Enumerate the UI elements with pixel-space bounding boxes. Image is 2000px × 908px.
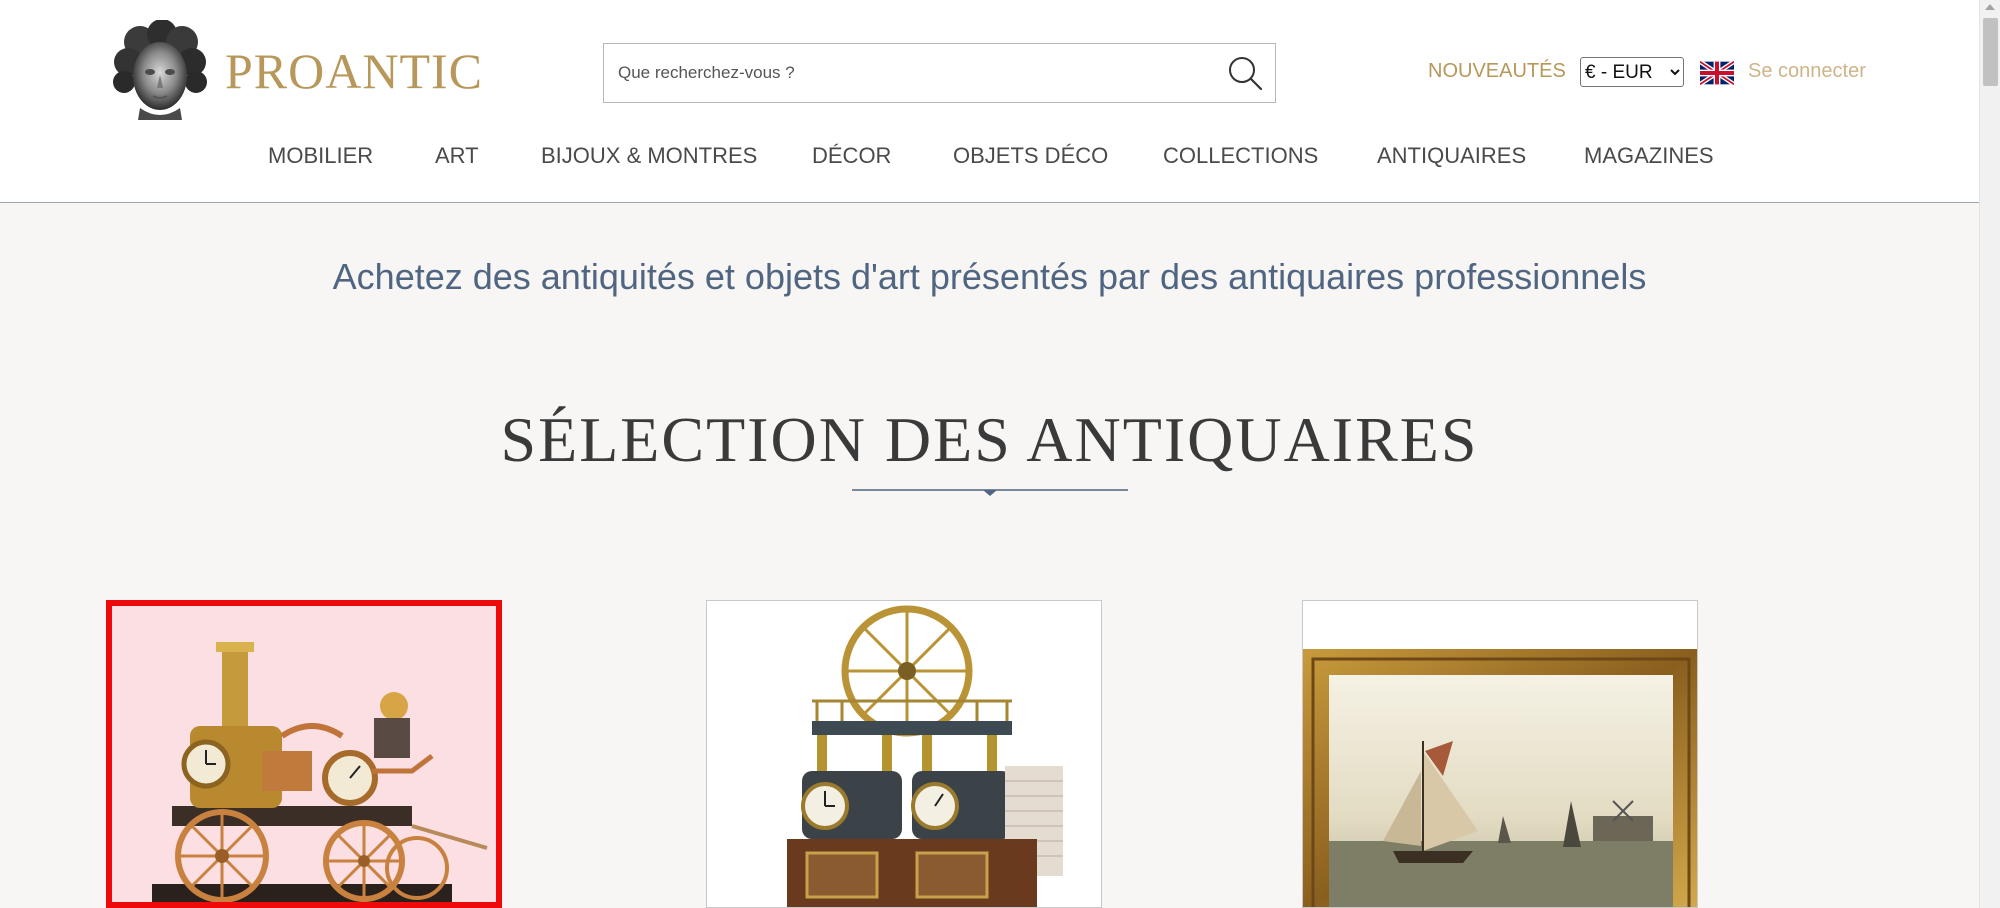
currency-select[interactable]: € - EUR	[1580, 57, 1684, 87]
product-card-marine-painting[interactable]	[1302, 600, 1698, 908]
product-card-steam-engine-clock[interactable]	[706, 600, 1102, 908]
section-title: SÉLECTION DES ANTIQUAIRES	[500, 404, 1479, 475]
nav-item-magazines[interactable]: MAGAZINES	[1584, 143, 1714, 169]
product-card-steam-fire-engine[interactable]	[106, 600, 502, 908]
steam-engine-clock-image	[707, 601, 1101, 907]
brand-name[interactable]: PROANTIC	[225, 42, 483, 100]
logo-icon[interactable]	[110, 19, 210, 122]
nav-item-decor[interactable]: DÉCOR	[812, 143, 891, 169]
nav-item-collections[interactable]: COLLECTIONS	[1163, 143, 1318, 169]
search-icon[interactable]	[1225, 53, 1265, 93]
framed-marine-painting-image	[1303, 601, 1697, 907]
steam-fire-engine-clock-image	[152, 642, 488, 902]
nav-item-bijoux-montres[interactable]: BIJOUX & MONTRES	[541, 143, 757, 169]
tagline: Achetez des antiquités et objets d'art p…	[332, 256, 1647, 297]
search-bar	[603, 43, 1276, 103]
site-header: PROANTIC NOUVEAUTÉS € - EUR Se connecter…	[0, 0, 1979, 203]
nav-item-objets-deco[interactable]: OBJETS DÉCO	[953, 143, 1108, 169]
title-divider	[852, 485, 1128, 499]
nouveautes-link[interactable]: NOUVEAUTÉS	[1428, 60, 1566, 83]
uk-flag-icon[interactable]	[1698, 59, 1736, 87]
login-link[interactable]: Se connecter	[1748, 60, 1866, 83]
scroll-up-arrow-icon[interactable]	[1985, 4, 1995, 10]
nav-item-art[interactable]: ART	[435, 143, 479, 169]
nav-item-mobilier[interactable]: MOBILIER	[268, 143, 373, 169]
search-input[interactable]	[616, 44, 1206, 102]
vertical-scrollbar[interactable]	[1979, 0, 2000, 908]
main-nav: MOBILIER ART BIJOUX & MONTRES DÉCOR OBJE…	[0, 143, 1979, 183]
nav-item-antiquaires[interactable]: ANTIQUAIRES	[1377, 143, 1526, 169]
scroll-thumb[interactable]	[1983, 18, 1998, 86]
